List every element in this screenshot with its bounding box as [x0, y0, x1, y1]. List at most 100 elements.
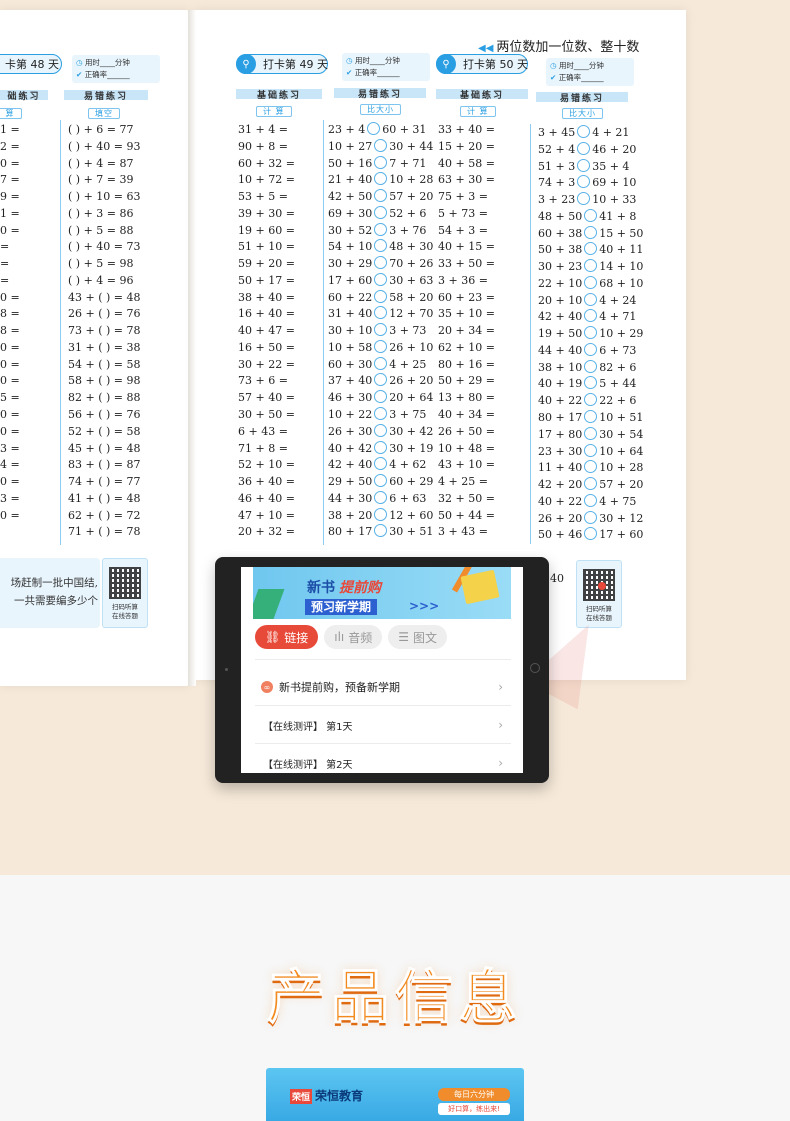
compare-circle[interactable] [577, 158, 591, 172]
exercise-row: 50 + 17 = [238, 273, 295, 287]
left-expr: 3 + 23 [538, 193, 576, 207]
list-item-preorder[interactable]: ∞ 新书提前购，预备新学期 › [255, 669, 511, 705]
right-expr: 26 + 20 [389, 374, 434, 388]
compare-row: 38 + 10 82 + 6 [538, 359, 643, 377]
compare-row: 10 + 27 30 + 44 [328, 138, 433, 156]
left-expr: 54 + 10 [328, 240, 373, 254]
home-button[interactable] [530, 663, 540, 673]
left-expr: 50 + 38 [538, 243, 583, 257]
compare-circle[interactable] [374, 205, 388, 219]
qr-code-icon[interactable] [109, 567, 141, 599]
compare-circle[interactable] [374, 272, 388, 286]
exercise-row: 57 + 40 = [238, 391, 295, 405]
compare-circle[interactable] [584, 292, 598, 306]
left-expr: 17 + 80 [538, 427, 583, 441]
compare-circle[interactable] [374, 507, 388, 521]
left-expr: 30 + 23 [538, 260, 583, 274]
right-expr: 30 + 63 [389, 273, 434, 287]
compare-circle[interactable] [584, 359, 598, 373]
exercise-row: 16 + 40 = [238, 307, 295, 321]
exercise-row: ( ) + 6 = 77 [68, 123, 134, 136]
left-expr: 22 + 10 [538, 276, 583, 290]
compare-circle[interactable] [577, 125, 591, 138]
list-item-day1[interactable]: 【在线测评】 第1天 › [255, 707, 511, 743]
compare-row: 54 + 10 48 + 30 [328, 239, 433, 256]
compare-circle[interactable] [584, 426, 598, 440]
compare-circle[interactable] [584, 527, 598, 541]
compare-circle[interactable] [584, 460, 598, 474]
compare-circle[interactable] [374, 306, 388, 320]
tab-audio[interactable]: ılı 音频 [324, 625, 383, 649]
tab-link[interactable]: ⛓ 链接 [255, 625, 319, 649]
compare-circle[interactable] [584, 493, 598, 507]
compare-circle[interactable] [367, 122, 381, 135]
exercise-row: 52 + ( ) = 58 [68, 424, 141, 438]
compare-row: 60 + 38 15 + 50 [538, 225, 643, 243]
compare-circle[interactable] [374, 239, 388, 253]
exercise-row: 51 + 10 = [238, 240, 295, 254]
tablet-device: 新书 提前购 预习新学期 >>> ⛓ 链接 ılı 音频 ☰ 图文 ∞ 新书提前购，预备… [215, 557, 549, 783]
compare-circle[interactable] [374, 189, 388, 203]
compare-circle[interactable] [577, 141, 591, 155]
compare-circle[interactable] [577, 175, 591, 189]
compare-row: 23 + 30 10 + 64 [538, 443, 643, 461]
exercise-row: 32 + 50 = [438, 491, 495, 505]
compare-circle[interactable] [584, 326, 598, 340]
chevron-right-icon: › [498, 756, 503, 770]
compare-circle[interactable] [374, 407, 388, 421]
exercise-row: 36 + 40 = [238, 475, 295, 489]
compare-circle[interactable] [584, 443, 598, 457]
compare-row: 20 + 10 4 + 24 [538, 292, 643, 310]
compare-circle[interactable] [374, 423, 388, 437]
day-50-label: ⚲ 打卡第 50 天 [436, 54, 528, 74]
compare-circle[interactable] [374, 390, 388, 404]
exercise-row: 40 + 58 = [438, 156, 495, 170]
compare-circle[interactable] [584, 208, 598, 222]
compare-row: 17 + 80 30 + 54 [538, 426, 643, 444]
compare-circle[interactable] [584, 225, 598, 239]
compare-circle[interactable] [584, 342, 598, 356]
compare-circle[interactable] [374, 524, 388, 538]
compare-circle[interactable] [584, 242, 598, 256]
compare-circle[interactable] [374, 474, 388, 488]
right-expr: 57 + 20 [599, 478, 644, 492]
compare-circle[interactable] [374, 457, 388, 471]
compare-row: 31 + 40 12 + 70 [328, 306, 433, 323]
compare-circle[interactable] [374, 490, 388, 504]
compare-circle[interactable] [374, 373, 388, 387]
compare-circle[interactable] [374, 440, 388, 454]
compare-circle[interactable] [374, 256, 388, 270]
word-problem-line: 场赶制一批中国结, [10, 577, 98, 589]
promo-banner[interactable]: 新书 提前购 预习新学期 >>> [253, 567, 511, 619]
compare-circle[interactable] [584, 376, 598, 390]
exercise-row: 60 + 32 = [238, 156, 295, 170]
compare-circle[interactable] [584, 309, 598, 323]
compare-circle[interactable] [584, 477, 598, 491]
compare-row: 60 + 30 4 + 25 [328, 356, 433, 374]
brand-logo: 荣恒 [290, 1089, 313, 1104]
compare-circle[interactable] [374, 289, 388, 303]
compare-circle[interactable] [584, 393, 598, 407]
chevron-right-icon: › [498, 718, 503, 732]
compare-circle[interactable] [374, 138, 388, 152]
compare-circle[interactable] [374, 172, 388, 186]
exercise-row: 16 + 50 = [238, 340, 295, 354]
exercise-row: ( ) + 4 = 96 [68, 273, 134, 287]
compare-circle[interactable] [374, 155, 388, 169]
compare-circle[interactable] [374, 323, 388, 337]
compare-circle[interactable] [374, 339, 388, 353]
compare-circle[interactable] [374, 356, 388, 370]
exercise-row: 47 + 10 = [238, 508, 295, 522]
compare-circle[interactable] [374, 222, 388, 236]
compare-circle[interactable] [577, 192, 591, 206]
chapter-title: ◀◀ 两位数加一位数、整十数 [478, 40, 640, 55]
compare-circle[interactable] [584, 510, 598, 524]
exercise-row: 54 + ( ) = 58 [68, 357, 141, 371]
tab-article[interactable]: ☰ 图文 [388, 625, 448, 649]
compare-circle[interactable] [584, 275, 598, 289]
compare-tag-50: 比大小 [562, 108, 603, 119]
list-item-day2[interactable]: 【在线测评】 第2天 › [255, 745, 511, 773]
compare-circle[interactable] [584, 259, 598, 273]
compare-circle[interactable] [584, 410, 598, 424]
exercise-row: 33 + 40 = [438, 123, 495, 136]
